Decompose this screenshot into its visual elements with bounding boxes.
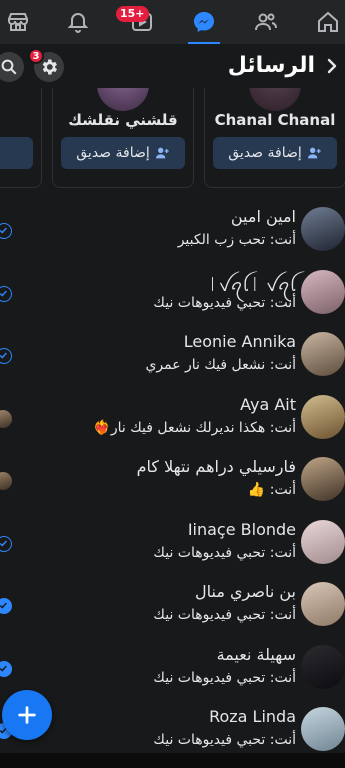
conversation-name: Roza Linda (209, 707, 296, 726)
conversation-row[interactable]: امين امين أنت: تحب زب الكبير (0, 197, 345, 260)
page-title: الرسائل (227, 53, 315, 78)
last-message: أنت: هكذا نديرلك نشعل فيك نار❤️‍🔥 (93, 419, 296, 436)
suggestion-card[interactable]: قلشني نقلشك إضافة صديق (52, 88, 194, 188)
settings-badge: 3 (28, 48, 44, 64)
marketplace-icon[interactable] (4, 8, 32, 36)
avatar (97, 88, 149, 111)
avatar (301, 457, 345, 501)
notifications-icon[interactable] (64, 8, 92, 36)
conversation-name: فارسيلي دراهم نتهلا كام (136, 457, 296, 476)
add-friend-label: إضافة صديق (76, 145, 150, 161)
new-message-button[interactable] (2, 690, 52, 740)
conversation-name: Leonie Annika (183, 332, 296, 351)
conversation-row[interactable]: سهيلة نعيمة أنت: تحبي فيديوهات نيك (0, 635, 345, 698)
suggestion-card[interactable]: ria ! (0, 88, 42, 188)
home-icon[interactable] (314, 8, 342, 36)
sent-status-icon (0, 535, 12, 552)
avatar (301, 332, 345, 376)
avatar (249, 88, 301, 111)
avatar (301, 582, 345, 626)
last-message: أنت: نشعل فيك نار عمري (145, 357, 296, 373)
friends-icon[interactable] (252, 8, 280, 36)
last-message: أنت: تحب زب الكبير (177, 232, 296, 248)
add-friend-button[interactable]: إضافة صديق (213, 137, 337, 169)
avatar (301, 519, 345, 564)
conversation-row[interactable]: فارسيلي دراهم نتهلا كام أنت: 👍 (0, 447, 345, 510)
conversation-row[interactable]: Roza Linda أنت: تحبي فيديوهات نيك (0, 697, 345, 760)
avatar (301, 269, 345, 314)
sent-status-icon (0, 223, 12, 239)
last-message: أنت: تحبي فيديوهات نيك (153, 544, 296, 561)
search-button[interactable] (0, 52, 24, 82)
avatar (301, 644, 345, 689)
add-friend-icon (155, 147, 169, 159)
seen-avatar-icon (0, 409, 12, 428)
add-friend-icon (307, 147, 321, 159)
conversation-row[interactable]: Iinaçe Blonde أنت: تحبي فيديوهات نيك (0, 510, 345, 573)
suggestion-card[interactable]: Chanal Chanal إضافة صديق (204, 88, 345, 188)
messenger-icon[interactable] (190, 8, 218, 36)
search-icon (1, 59, 17, 75)
last-message: أنت: تحبي فيديوهات نيك (153, 294, 296, 311)
sent-status-icon (0, 348, 12, 364)
conversation-name: Iinaçe Blonde (187, 519, 296, 539)
plus-icon (18, 706, 36, 724)
conversation-list: امين امين أنت: تحب زب الكبير ꪜꪖꪶ꒐ ꪜꪖꪶ꒐ أ… (0, 197, 345, 760)
reels-badge: 15+ (116, 6, 149, 22)
conversation-row[interactable]: ꪜꪖꪶ꒐ ꪜꪖꪶ꒐ أنت: تحبي فيديوهات نيك (0, 260, 345, 323)
conversation-row[interactable]: Aya Ait أنت: هكذا نديرلك نشعل فيك نار❤️‍… (0, 385, 345, 448)
messages-header: 3 الرسائل (0, 44, 345, 88)
settings-button[interactable]: 3 (28, 48, 64, 82)
conversation-name: سهيلة نعيمة (216, 644, 296, 664)
conversation-name: امين امين (230, 207, 296, 226)
conversation-name: Aya Ait (240, 394, 296, 414)
suggestion-name: Chanal Chanal (214, 111, 336, 129)
last-message: أنت: 👍 (247, 482, 296, 498)
avatar (301, 207, 345, 251)
last-message: أنت: تحبي فيديوهات نيك (153, 669, 296, 686)
suggestion-name: قلشني نقلشك (68, 111, 178, 129)
avatar (301, 707, 345, 751)
avatar (301, 394, 345, 439)
delivered-status-icon (0, 598, 12, 614)
delivered-status-icon (0, 660, 12, 677)
friend-suggestions-row: Chanal Chanal إضافة صديق قلشني نقلشك إضا… (0, 88, 345, 192)
last-message: أنت: تحبي فيديوهات نيك (153, 732, 296, 748)
conversation-row[interactable]: Leonie Annika أنت: نشعل فيك نار عمري (0, 322, 345, 385)
reels-icon[interactable]: 15+ (116, 6, 156, 36)
add-friend-button[interactable]: إضافة صديق (61, 137, 185, 169)
system-navigation-bar (0, 753, 345, 768)
conversation-row[interactable]: بن ناصري منال أنت: تحبي فيديوهات نيك (0, 572, 345, 635)
add-friend-label: إضافة صديق (228, 145, 302, 161)
add-friend-button[interactable]: ! (0, 137, 33, 169)
suggestion-name: ria (0, 111, 41, 129)
sent-status-icon (0, 285, 12, 302)
conversation-name: بن ناصري منال (195, 582, 296, 601)
top-navigation-bar: 15+ (0, 0, 345, 44)
last-message: أنت: تحبي فيديوهات نيك (153, 607, 296, 623)
seen-avatar-icon (0, 472, 12, 490)
back-chevron-icon[interactable] (323, 56, 341, 76)
